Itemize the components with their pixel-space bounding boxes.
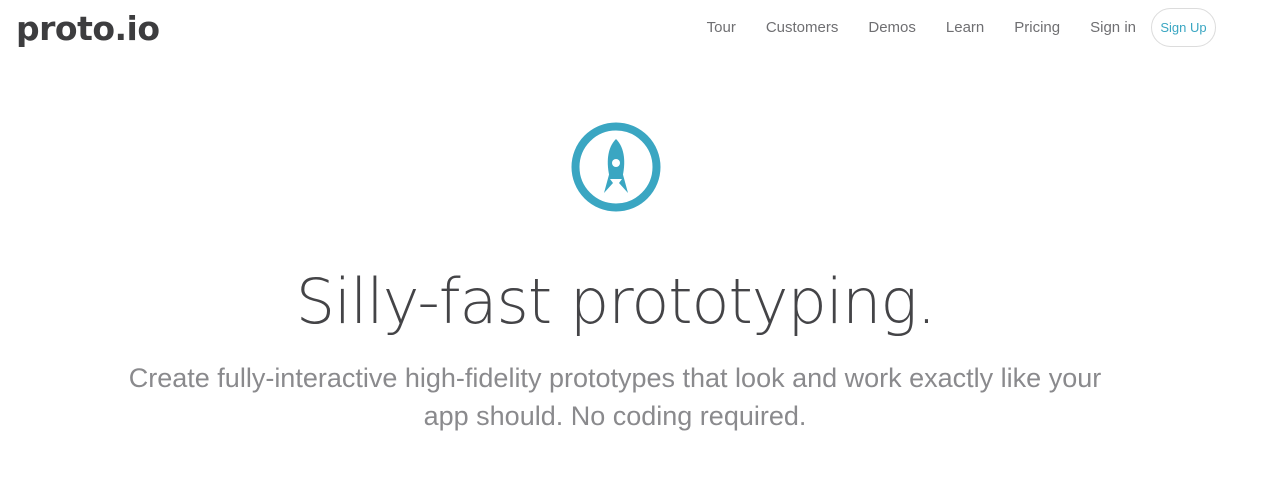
nav-tour[interactable]: Tour xyxy=(707,19,736,36)
sign-up-button[interactable]: Sign Up xyxy=(1151,8,1216,47)
logo-text: proto.io xyxy=(16,8,160,48)
hero-title: Silly-fast prototyping. xyxy=(295,265,937,338)
nav-pricing[interactable]: Pricing xyxy=(1014,19,1060,36)
nav-demos[interactable]: Demos xyxy=(868,19,916,36)
logo[interactable]: proto.io xyxy=(16,8,160,48)
hero-subtitle: Create fully-interactive high-fidelity p… xyxy=(128,363,1102,431)
rocket-icon xyxy=(570,121,662,213)
nav-customers[interactable]: Customers xyxy=(766,19,839,36)
nav-sign-in[interactable]: Sign in xyxy=(1090,19,1136,36)
top-nav: Tour Customers Demos Learn Pricing Sign … xyxy=(707,7,1216,48)
nav-learn[interactable]: Learn xyxy=(946,19,984,36)
